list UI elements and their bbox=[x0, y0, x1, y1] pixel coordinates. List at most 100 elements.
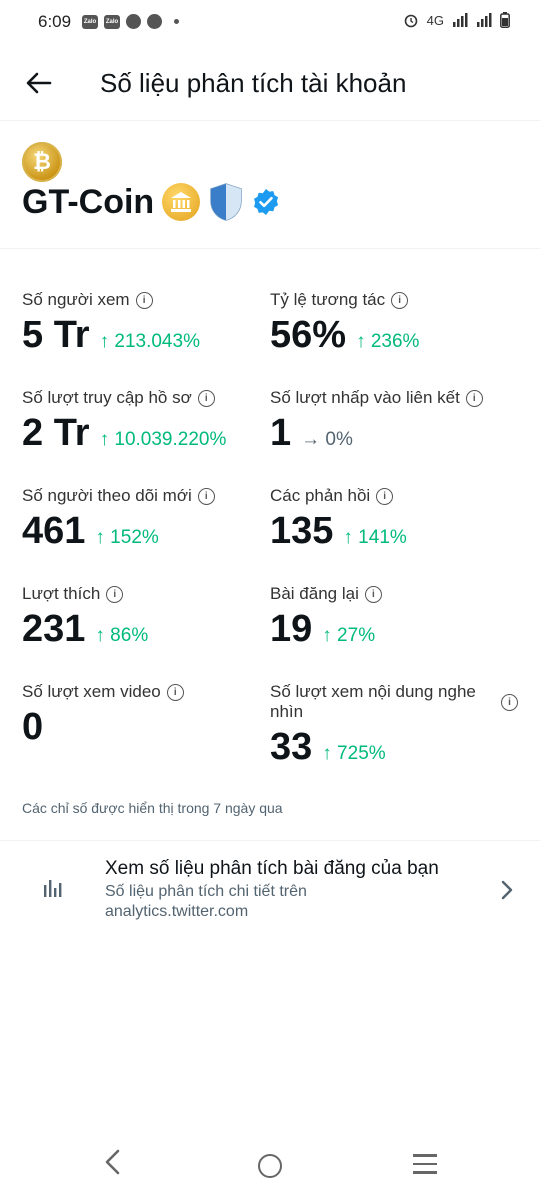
divider bbox=[0, 840, 540, 841]
stat-label-wrap: Số người xem i bbox=[22, 290, 272, 310]
stat-value-row: 19 ↑ 27% bbox=[270, 608, 520, 651]
zalo-icon: Zalo bbox=[104, 14, 120, 29]
stat-label: Số lượt nhấp vào liên kết bbox=[270, 388, 460, 407]
stat-change: → 0% bbox=[301, 429, 353, 450]
post-analytics-link[interactable]: Xem số liệu phân tích bài đăng của bạn S… bbox=[0, 855, 540, 935]
app-header: Số liệu phân tích tài khoản bbox=[0, 44, 540, 121]
chevron-right-icon bbox=[501, 880, 513, 900]
stat-change: ↑ 213.043% bbox=[99, 331, 200, 352]
link-description: Số liệu phân tích chi tiết trên analytic… bbox=[105, 883, 307, 920]
stat-value: 2 Tr bbox=[22, 412, 90, 454]
stat-value: 135 bbox=[270, 510, 334, 552]
stat-label-wrap: Các phản hồi i bbox=[270, 486, 520, 506]
back-button[interactable] bbox=[22, 66, 56, 100]
stat-replies: Các phản hồi i 135 ↑ 141% bbox=[270, 486, 520, 553]
stat-label: Số lượt truy cập hồ sơ bbox=[22, 388, 192, 407]
info-icon[interactable]: i bbox=[391, 291, 409, 309]
page-title: Số liệu phân tích tài khoản bbox=[100, 68, 407, 98]
stat-value-row: 135 ↑ 141% bbox=[270, 510, 520, 553]
stat-label-wrap: Tỷ lệ tương tác i bbox=[270, 290, 520, 310]
stat-label-wrap: Lượt thích i bbox=[22, 584, 272, 604]
stat-change: ↑ 236% bbox=[356, 331, 420, 352]
stat-change: ↑ 141% bbox=[343, 527, 407, 548]
signal-icon bbox=[453, 13, 468, 27]
stat-change: ↑ 725% bbox=[322, 743, 386, 764]
stat-value: 461 bbox=[22, 510, 86, 552]
stat-label: Các phản hồi bbox=[270, 486, 371, 505]
nav-recents-icon[interactable] bbox=[413, 1154, 437, 1180]
stat-label: Số người theo dõi mới bbox=[22, 486, 192, 505]
stat-likes: Lượt thích i 231 ↑ 86% bbox=[22, 584, 272, 651]
stat-profile-visits: Số lượt truy cập hồ sơ i 2 Tr ↑ 10.039.220… bbox=[22, 388, 272, 455]
stat-label-wrap: Số lượt xem video i bbox=[22, 682, 272, 702]
avatar[interactable]: ₿ bbox=[22, 142, 62, 182]
app-notification-icon bbox=[147, 14, 162, 29]
stat-engagement-rate: Tỷ lệ tương tác i 56% ↑ 236% bbox=[270, 290, 520, 357]
info-icon[interactable]: i bbox=[465, 389, 483, 407]
stat-value-row: 1 → 0% bbox=[270, 412, 520, 455]
bank-emoji-icon bbox=[162, 183, 201, 221]
profile-name-row: GT-Coin bbox=[22, 182, 280, 222]
stat-label-wrap: Số lượt truy cập hồ sơ i bbox=[22, 388, 272, 408]
info-icon[interactable]: i bbox=[135, 291, 153, 309]
system-icons: 4G bbox=[403, 12, 510, 28]
bar-chart-icon bbox=[44, 880, 62, 897]
stat-value-row: 2 Tr ↑ 10.039.220% bbox=[22, 412, 272, 455]
stat-video-views: Số lượt xem video i 0 bbox=[22, 682, 272, 749]
battery-icon bbox=[500, 12, 510, 28]
stat-label: Tỷ lệ tương tác bbox=[270, 290, 386, 309]
info-icon[interactable]: i bbox=[166, 683, 184, 701]
system-nav-bar bbox=[0, 1140, 540, 1200]
stat-value: 1 bbox=[270, 412, 292, 454]
stat-label: Số lượt xem video bbox=[22, 682, 161, 701]
stat-value: 0 bbox=[22, 706, 44, 748]
stat-label: Lượt thích bbox=[22, 584, 101, 603]
network-type: 4G bbox=[426, 12, 444, 28]
info-icon[interactable]: i bbox=[197, 487, 215, 505]
nav-back-icon[interactable] bbox=[103, 1148, 123, 1176]
profile-section: ₿ GT-Coin bbox=[0, 120, 540, 249]
alarm-icon bbox=[404, 14, 417, 28]
status-bar: 6:09 Zalo Zalo 4G bbox=[0, 0, 540, 44]
info-icon[interactable]: i bbox=[197, 389, 215, 407]
zalo-icon: Zalo bbox=[82, 14, 98, 29]
stat-value-row: 0 bbox=[22, 706, 272, 749]
nav-home-icon[interactable] bbox=[258, 1154, 282, 1178]
stat-value-row: 33 ↑ 725% bbox=[270, 726, 518, 769]
stat-label-wrap: Số lượt xem nội dung nghe nhìn i bbox=[270, 682, 518, 722]
messenger-icon bbox=[126, 14, 141, 29]
bitcoin-glyph: ₿ bbox=[33, 150, 51, 175]
stat-link-clicks: Số lượt nhấp vào liên kết i 1 → 0% bbox=[270, 388, 520, 455]
stat-value: 231 bbox=[22, 608, 86, 650]
stat-value-row: 5 Tr ↑ 213.043% bbox=[22, 314, 272, 357]
footnote: Các chỉ số được hiển thị trong 7 ngày qu… bbox=[22, 800, 283, 816]
stat-label-wrap: Bài đăng lại i bbox=[270, 584, 520, 604]
verified-badge-icon bbox=[254, 189, 279, 215]
notification-icons: Zalo Zalo bbox=[82, 14, 179, 29]
stat-change: ↑ 10.039.220% bbox=[99, 429, 227, 450]
stat-value-row: 231 ↑ 86% bbox=[22, 608, 272, 651]
info-icon[interactable]: i bbox=[501, 694, 518, 711]
more-notifications-icon bbox=[174, 19, 179, 24]
stat-value: 56% bbox=[270, 314, 347, 356]
stat-label: Bài đăng lại bbox=[270, 584, 359, 603]
stat-value-row: 461 ↑ 152% bbox=[22, 510, 272, 553]
stat-viewers: Số người xem i 5 Tr ↑ 213.043% bbox=[22, 290, 272, 357]
info-icon[interactable]: i bbox=[364, 585, 382, 603]
info-icon[interactable]: i bbox=[376, 487, 394, 505]
profile-name: GT-Coin bbox=[22, 182, 155, 221]
info-icon[interactable]: i bbox=[106, 585, 124, 603]
stat-change: ↑ 86% bbox=[95, 625, 149, 646]
stat-value-row: 56% ↑ 236% bbox=[270, 314, 520, 357]
status-time: 6:09 bbox=[38, 12, 72, 31]
signal-icon-2 bbox=[477, 13, 492, 27]
stat-label-wrap: Số lượt nhấp vào liên kết i bbox=[270, 388, 520, 408]
arrow-left-icon bbox=[26, 72, 52, 94]
stat-value: 19 bbox=[270, 608, 313, 650]
link-title: Xem số liệu phân tích bài đăng của bạn bbox=[105, 858, 439, 879]
stat-reposts: Bài đăng lại i 19 ↑ 27% bbox=[270, 584, 520, 651]
shield-emoji-icon bbox=[210, 183, 242, 221]
stat-label: Số người xem bbox=[22, 290, 130, 309]
stat-media-views: Số lượt xem nội dung nghe nhìn i 33 ↑ 725% bbox=[270, 682, 518, 769]
stat-label-wrap: Số người theo dõi mới i bbox=[22, 486, 272, 506]
